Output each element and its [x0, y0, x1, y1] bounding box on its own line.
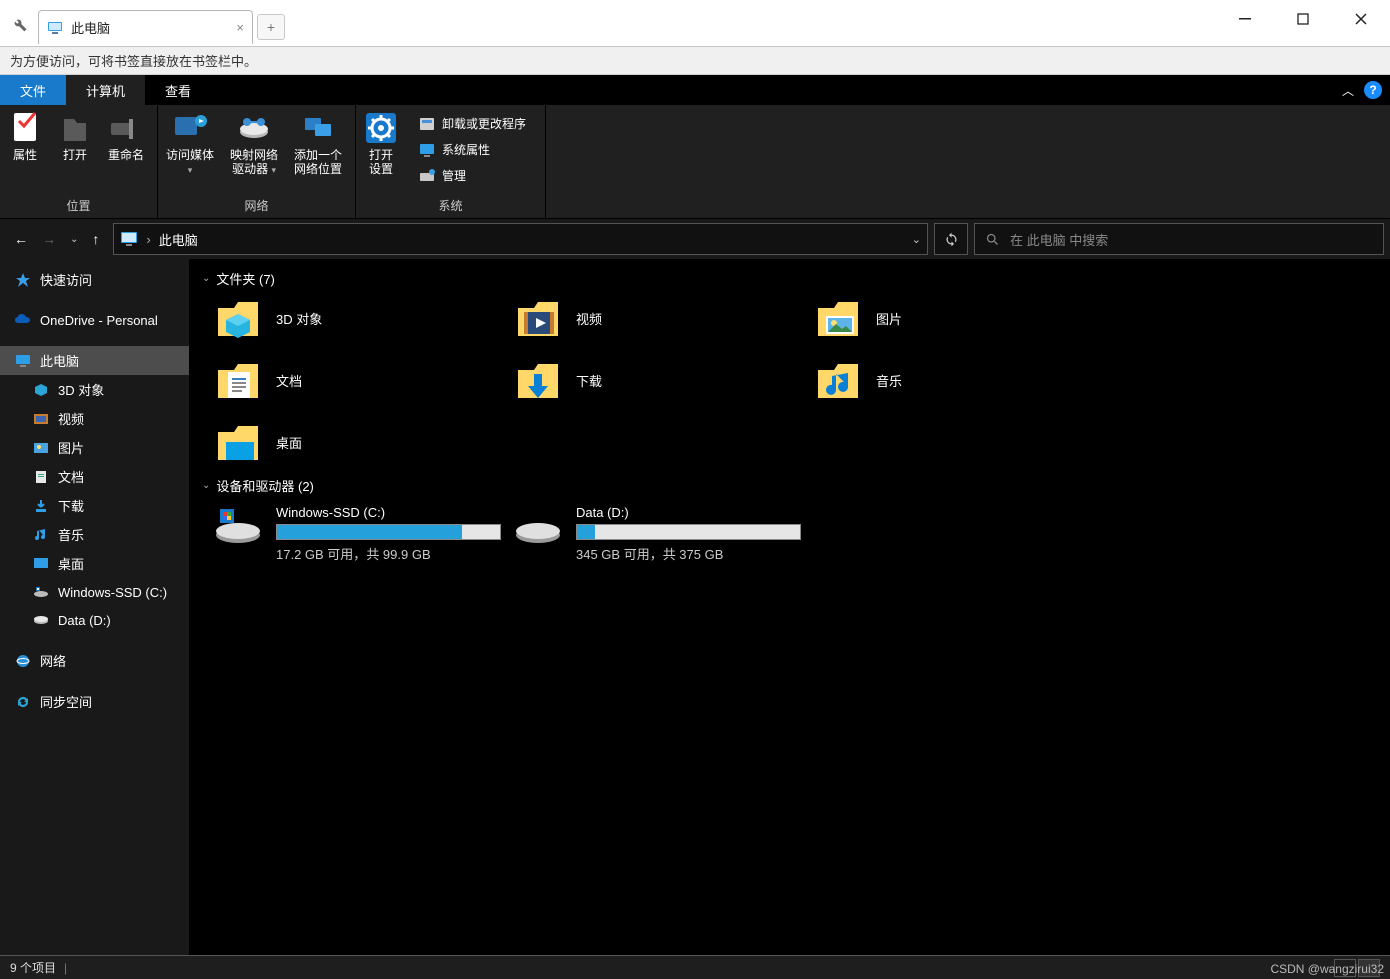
nav-forward-button[interactable]: →: [42, 231, 56, 247]
nav-drive-c[interactable]: Windows-SSD (C:): [0, 578, 189, 606]
view-large-icon[interactable]: [1358, 959, 1380, 977]
navigation-pane: 快速访问 OneDrive - Personal 此电脑 3D 对象 视频 图片…: [0, 259, 190, 955]
folder-music[interactable]: 音乐: [814, 356, 1114, 404]
drive-c[interactable]: Windows-SSD (C:) 17.2 GB 可用，共 99.9 GB: [214, 505, 514, 563]
rename-button[interactable]: 重命名: [100, 105, 152, 194]
view-details-icon[interactable]: [1334, 959, 1356, 977]
nav-up-button[interactable]: ↑: [92, 231, 99, 247]
status-item-count: 9 个项目: [10, 959, 56, 976]
nav-videos[interactable]: 视频: [0, 404, 189, 433]
new-tab-button[interactable]: +: [257, 14, 285, 40]
nav-drive-d[interactable]: Data (D:): [0, 606, 189, 634]
uninstall-programs-button[interactable]: 卸载或更改程序: [412, 113, 532, 135]
address-bar[interactable]: › 此电脑 ⌄: [113, 223, 928, 255]
ribbon-group-network-label: 网络: [158, 194, 355, 218]
close-button[interactable]: [1332, 0, 1390, 38]
search-input[interactable]: 在 此电脑 中搜索: [974, 223, 1384, 255]
status-bar: 9 个项目 |: [0, 955, 1390, 979]
folder-pictures[interactable]: 图片: [814, 294, 1114, 342]
open-button[interactable]: 打开: [50, 105, 100, 194]
nav-network[interactable]: 网络: [0, 646, 189, 675]
maximize-button[interactable]: [1274, 0, 1332, 38]
drive-c-usage-bar: [276, 524, 501, 540]
folder-3d-objects[interactable]: 3D 对象: [214, 294, 514, 342]
folder-desktop[interactable]: 桌面: [214, 418, 514, 466]
help-icon[interactable]: ?: [1364, 81, 1382, 99]
nav-back-button[interactable]: ←: [14, 231, 28, 247]
folder-videos[interactable]: 视频: [514, 294, 814, 342]
ribbon-tab-view[interactable]: 查看: [145, 75, 211, 105]
monitor-icon: [120, 230, 138, 248]
folder-downloads[interactable]: 下载: [514, 356, 814, 404]
ribbon-tab-computer[interactable]: 计算机: [66, 75, 145, 105]
bookmark-hint: 为方便访问，可将书签直接放在书签栏中。: [10, 51, 257, 70]
nav-this-pc[interactable]: 此电脑: [0, 346, 189, 375]
manage-button[interactable]: 管理: [412, 165, 532, 187]
nav-recent-button[interactable]: ⌄: [70, 234, 78, 245]
browser-tab[interactable]: 此电脑 ×: [38, 10, 253, 44]
open-settings-button[interactable]: 打开设置: [356, 105, 406, 194]
bookmark-bar: 为方便访问，可将书签直接放在书签栏中。: [0, 47, 1390, 75]
nav-downloads[interactable]: 下载: [0, 491, 189, 520]
drive-d-name: Data (D:): [576, 505, 801, 520]
drive-d-usage-bar: [576, 524, 801, 540]
search-placeholder: 在 此电脑 中搜索: [1010, 230, 1108, 249]
add-network-location-button[interactable]: 添加一个网络位置: [286, 105, 350, 194]
nav-3d-objects[interactable]: 3D 对象: [0, 375, 189, 404]
nav-documents[interactable]: 文档: [0, 462, 189, 491]
drive-d-subtitle: 345 GB 可用，共 375 GB: [576, 544, 801, 563]
address-dropdown-icon[interactable]: ⌄: [912, 233, 921, 246]
properties-button[interactable]: 属性: [0, 105, 50, 194]
nav-sync[interactable]: 同步空间: [0, 687, 189, 716]
minimize-button[interactable]: [1216, 0, 1274, 38]
refresh-button[interactable]: [934, 223, 968, 255]
drive-c-subtitle: 17.2 GB 可用，共 99.9 GB: [276, 544, 501, 563]
search-icon: [985, 232, 1000, 247]
nav-pictures[interactable]: 图片: [0, 433, 189, 462]
browser-tab-title: 此电脑: [71, 18, 110, 37]
content-pane: ⌄文件夹 (7) 3D 对象 视频 图片 文档 下载 音乐 桌面 ⌄设备和驱动器…: [190, 259, 1390, 955]
access-media-button[interactable]: 访问媒体 ▾: [158, 105, 222, 194]
wrench-icon[interactable]: [0, 0, 38, 47]
nav-music[interactable]: 音乐: [0, 520, 189, 549]
nav-desktop[interactable]: 桌面: [0, 549, 189, 578]
map-drive-button[interactable]: 映射网络驱动器 ▾: [222, 105, 286, 194]
tab-close-icon[interactable]: ×: [236, 20, 244, 35]
ribbon-tab-file[interactable]: 文件: [0, 75, 66, 105]
nav-onedrive[interactable]: OneDrive - Personal: [0, 306, 189, 334]
folder-documents[interactable]: 文档: [214, 356, 514, 404]
devices-group-header[interactable]: ⌄设备和驱动器 (2): [190, 466, 1390, 501]
breadcrumb[interactable]: 此电脑: [159, 230, 198, 249]
drive-c-name: Windows-SSD (C:): [276, 505, 501, 520]
ribbon-group-system-label: 系统: [356, 194, 545, 218]
system-properties-button[interactable]: 系统属性: [412, 139, 532, 161]
ribbon-collapse-icon[interactable]: ︿: [1342, 82, 1354, 99]
monitor-icon: [47, 20, 63, 36]
folders-group-header[interactable]: ⌄文件夹 (7): [190, 259, 1390, 294]
drive-d[interactable]: Data (D:) 345 GB 可用，共 375 GB: [514, 505, 814, 563]
nav-quick-access[interactable]: 快速访问: [0, 265, 189, 294]
ribbon-group-location-label: 位置: [0, 194, 157, 218]
